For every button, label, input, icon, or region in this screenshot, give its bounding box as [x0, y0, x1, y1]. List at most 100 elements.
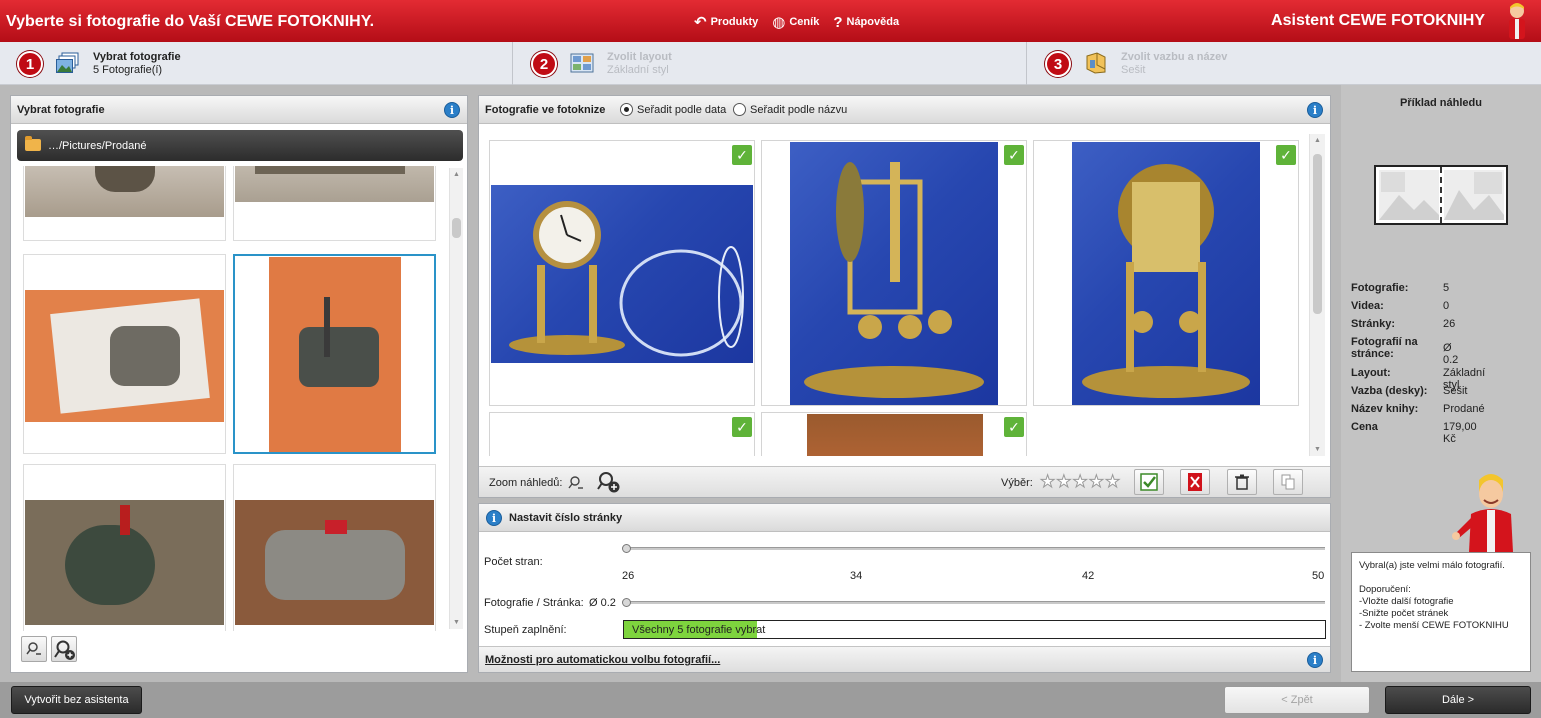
- question-icon: ?: [833, 13, 843, 31]
- title-bar: Vyberte si fotografie do Vaší CEWE FOTOK…: [0, 0, 1541, 42]
- menu-pricing-label: Ceník: [789, 16, 820, 28]
- copy-button[interactable]: [1273, 469, 1303, 495]
- motor-shape: [110, 326, 180, 386]
- create-without-assistant-button[interactable]: Vytvořit bez asistenta: [11, 686, 142, 714]
- red-part-shape: [120, 505, 130, 535]
- photobook-scrollbar[interactable]: ▲ ▼: [1309, 134, 1325, 456]
- tip-line: -Snižte počet stránek: [1359, 608, 1449, 619]
- sort-by-name-radio[interactable]: Seřadit podle názvu: [733, 103, 847, 116]
- photobook-toolbar: Zoom náhledů: Výběr: ★ ★ ★ ★ ★: [479, 466, 1330, 497]
- star-icon[interactable]: ★: [1104, 473, 1120, 491]
- selected-check-icon[interactable]: ✓: [732, 417, 752, 437]
- star-icon[interactable]: ★: [1088, 473, 1104, 491]
- scroll-down-arrow[interactable]: ▼: [1314, 446, 1321, 453]
- left-zoom-controls: [21, 636, 77, 662]
- top-menu: ↶ Produkty ◍ Ceník ? Nápověda: [694, 13, 899, 32]
- tip-line: Doporučení:: [1359, 584, 1411, 595]
- photo-browser-panel: Vybrat fotografie i …/Pictures/Prodané ▲…: [10, 95, 468, 673]
- selected-check-icon[interactable]: ✓: [1004, 145, 1024, 165]
- fill-level-text: Všechny 5 fotografie vybrat: [632, 624, 766, 636]
- motor-shape: [65, 525, 155, 605]
- zoom-out-icon[interactable]: [567, 473, 587, 493]
- tip-line: -Vložte další fotografie: [1359, 596, 1454, 607]
- folder-path: …/Pictures/Prodané: [48, 140, 147, 152]
- next-button[interactable]: Dále >: [1385, 686, 1531, 714]
- tip-line: [1359, 572, 1523, 584]
- scroll-up-arrow[interactable]: ▲: [453, 171, 460, 178]
- photo-cell[interactable]: ✓: [1033, 140, 1299, 406]
- pages-slider[interactable]: [627, 547, 1325, 550]
- sort-by-name-label: Seřadit podle názvu: [750, 103, 848, 116]
- zoom-in-button[interactable]: [51, 636, 77, 662]
- scroll-thumb[interactable]: [1313, 154, 1322, 314]
- page-count-panel: i Nastavit číslo stránky Počet stran: 26…: [478, 503, 1331, 673]
- thumbnail[interactable]: [23, 166, 226, 241]
- photos-per-page-value: Ø 0.2: [589, 597, 616, 609]
- select-all-button[interactable]: [1134, 469, 1164, 495]
- photo-cell[interactable]: ✓: [489, 412, 755, 456]
- info-icon[interactable]: i: [1307, 102, 1323, 118]
- deselect-button[interactable]: [1180, 469, 1210, 495]
- photo-cell[interactable]: ✓: [761, 412, 1027, 456]
- pages-slider-knob[interactable]: [622, 544, 631, 553]
- stat-key: Layout:: [1351, 367, 1391, 379]
- thumbnail[interactable]: [23, 254, 226, 454]
- star-icon[interactable]: ★: [1039, 473, 1055, 491]
- sort-by-date-radio[interactable]: Seřadit podle data: [620, 103, 726, 116]
- back-button[interactable]: < Zpět: [1224, 686, 1370, 714]
- info-icon[interactable]: i: [1307, 652, 1323, 668]
- photo-cell[interactable]: ✓: [489, 140, 755, 406]
- selected-check-icon[interactable]: ✓: [732, 145, 752, 165]
- menu-help[interactable]: ? Nápověda: [833, 13, 899, 31]
- zoom-in-icon[interactable]: [595, 470, 623, 496]
- remove-photo-icon: [1188, 473, 1202, 491]
- star-icon[interactable]: ★: [1056, 473, 1072, 491]
- step-number: 3: [1045, 51, 1071, 77]
- menu-pricing[interactable]: ◍ Ceník: [772, 13, 819, 31]
- scroll-up-arrow[interactable]: ▲: [1314, 137, 1321, 144]
- step-title: Vybrat fotografie: [93, 51, 181, 63]
- folder-path-bar[interactable]: …/Pictures/Prodané: [17, 130, 463, 161]
- thumbnail[interactable]: [233, 464, 436, 631]
- selected-check-icon[interactable]: ✓: [1276, 145, 1296, 165]
- selected-check-icon[interactable]: ✓: [1004, 417, 1024, 437]
- stat-key: Fotografie:: [1351, 282, 1409, 294]
- fill-level-label: Stupeň zaplnění:: [484, 624, 567, 636]
- auto-selection-link[interactable]: Možnosti pro automatickou volbu fotograf…: [485, 654, 720, 666]
- step-number: 1: [17, 51, 43, 77]
- clock-illustration: [1082, 164, 1250, 398]
- thumbnail[interactable]: [233, 166, 436, 241]
- thumbnail-selected[interactable]: [233, 254, 436, 454]
- zoom-out-button[interactable]: [21, 636, 47, 662]
- star-icon[interactable]: ★: [1072, 473, 1088, 491]
- placeholder-image-icon: [1379, 170, 1439, 220]
- scroll-down-arrow[interactable]: ▼: [453, 619, 460, 626]
- star-rating[interactable]: ★ ★ ★ ★ ★: [1039, 473, 1120, 491]
- auto-selection-footer: Možnosti pro automatickou volbu fotograf…: [479, 646, 1330, 672]
- assistant-title: Asistent CEWE FOTOKNIHY: [1271, 12, 1485, 29]
- thumbnail-image: [25, 500, 224, 625]
- checkbox-checked-icon: [1140, 473, 1158, 491]
- info-icon[interactable]: i: [444, 102, 460, 118]
- thumbnail[interactable]: [23, 464, 226, 631]
- menu-help-label: Nápověda: [846, 16, 900, 28]
- stat-value: 5: [1443, 282, 1450, 294]
- step-number: 2: [531, 51, 557, 77]
- placeholder-image-icon: [1444, 170, 1504, 220]
- photo-clock-with-dome: [491, 185, 753, 363]
- step-3[interactable]: 3 Zvolit vazbu a název Sešit: [1028, 42, 1541, 85]
- menu-products[interactable]: ↶ Produkty: [694, 13, 758, 31]
- step-2[interactable]: 2 Zvolit layout Základní styl: [514, 42, 1027, 85]
- scroll-thumb[interactable]: [452, 218, 461, 238]
- photo-browser-title: Vybrat fotografie: [17, 104, 105, 116]
- photo-browser-scrollbar[interactable]: ▲ ▼: [449, 168, 463, 629]
- step-1[interactable]: 1 Vybrat fotografie 5 Fotografie(í): [0, 42, 513, 85]
- copy-icon: [1281, 474, 1295, 490]
- photo-cell[interactable]: ✓: [761, 140, 1027, 406]
- thumbnail-image: [235, 500, 434, 625]
- photos-per-page-slider[interactable]: [627, 601, 1325, 604]
- delete-button[interactable]: [1227, 469, 1257, 495]
- photos-per-page-slider-knob[interactable]: [622, 598, 631, 607]
- photos-per-page-label: Fotografie / Stránka:: [484, 597, 584, 609]
- info-icon[interactable]: i: [486, 510, 502, 526]
